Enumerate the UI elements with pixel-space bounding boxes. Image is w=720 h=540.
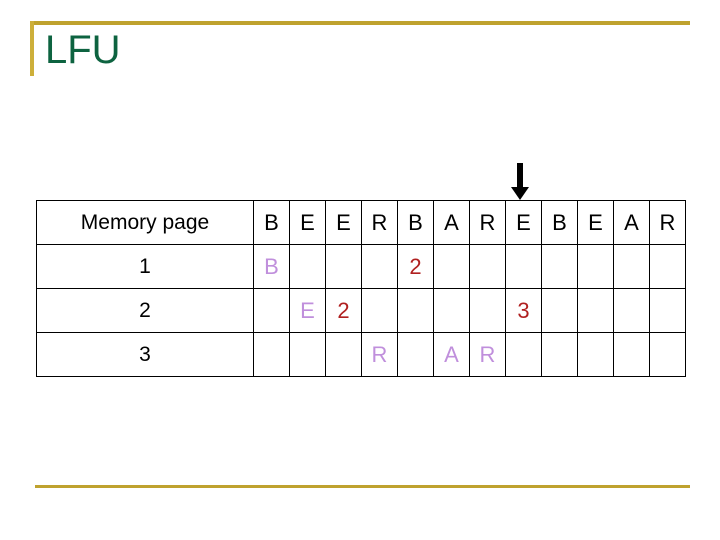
page-letter: A bbox=[444, 341, 459, 367]
bottom-rule bbox=[35, 485, 690, 488]
page-letter: B bbox=[264, 253, 279, 279]
page-title: LFU bbox=[45, 28, 121, 72]
reference-string-cell-5: B bbox=[397, 200, 434, 245]
frame-1-step-12-cell bbox=[649, 244, 686, 289]
frame-3-step-2-cell bbox=[289, 332, 326, 377]
frame-2-step-4-cell bbox=[361, 288, 398, 333]
page-letter: E bbox=[300, 297, 315, 323]
frame-label-1: 1 bbox=[36, 244, 254, 289]
frame-2-step-12-cell bbox=[649, 288, 686, 333]
frame-3-step-8-cell bbox=[505, 332, 542, 377]
frame-label-2: 2 bbox=[36, 288, 254, 333]
frame-1-step-5-cell: 2 bbox=[397, 244, 434, 289]
reference-string-cell-11: A bbox=[613, 200, 650, 245]
frame-2-step-5-cell bbox=[397, 288, 434, 333]
frame-2-step-8-cell: 3 bbox=[505, 288, 542, 333]
reference-string-cell-9: B bbox=[541, 200, 578, 245]
frequency-count: 2 bbox=[337, 297, 350, 323]
frame-3-step-10-cell bbox=[577, 332, 614, 377]
frequency-count: 3 bbox=[517, 297, 530, 323]
reference-string-cell-7: R bbox=[469, 200, 506, 245]
frame-label-3: 3 bbox=[36, 332, 254, 377]
frame-2-step-11-cell bbox=[613, 288, 650, 333]
frame-1-step-4-cell bbox=[361, 244, 398, 289]
frame-3-step-5-cell bbox=[397, 332, 434, 377]
frame-2-step-7-cell bbox=[469, 288, 506, 333]
reference-string-cell-8: E bbox=[505, 200, 542, 245]
frame-3-step-7-cell: R bbox=[469, 332, 506, 377]
table-row: 3RAR bbox=[36, 332, 686, 377]
reference-string-cell-12: R bbox=[649, 200, 686, 245]
frequency-count: 2 bbox=[409, 253, 422, 279]
title-rule-left bbox=[30, 21, 34, 76]
table-row: 1B 2 bbox=[36, 244, 686, 289]
frame-3-step-4-cell: R bbox=[361, 332, 398, 377]
frame-2-step-6-cell bbox=[433, 288, 470, 333]
reference-string-cell-10: E bbox=[577, 200, 614, 245]
frame-2-step-1-cell bbox=[253, 288, 290, 333]
table-header-row: Memory page B E E R B A R E B E A R bbox=[36, 200, 686, 245]
frame-3-step-3-cell bbox=[325, 332, 362, 377]
frame-1-step-1-cell: B bbox=[253, 244, 290, 289]
page-letter: R bbox=[371, 341, 388, 367]
frame-1-step-11-cell bbox=[613, 244, 650, 289]
memory-page-table: Memory page B E E R B A R E B E A R 1 B 2 2 E 2 3 3 R A R bbox=[36, 200, 686, 377]
frame-2-step-3-cell: 2 bbox=[325, 288, 362, 333]
frame-1-step-3-cell bbox=[325, 244, 362, 289]
title-rule-top bbox=[30, 21, 690, 25]
frame-3-step-12-cell bbox=[649, 332, 686, 377]
frame-2-step-2-cell: E bbox=[289, 288, 326, 333]
frame-1-step-2-cell bbox=[289, 244, 326, 289]
memory-page-header-cell: Memory page bbox=[36, 200, 254, 245]
frame-3-step-1-cell bbox=[253, 332, 290, 377]
frame-1-step-9-cell bbox=[541, 244, 578, 289]
frame-3-step-9-cell bbox=[541, 332, 578, 377]
frame-3-step-11-cell bbox=[613, 332, 650, 377]
reference-string-cell-3: E bbox=[325, 200, 362, 245]
reference-string-cell-1: B bbox=[253, 200, 290, 245]
reference-string-cell-6: A bbox=[433, 200, 470, 245]
frame-3-step-6-cell: A bbox=[433, 332, 470, 377]
frame-1-step-7-cell bbox=[469, 244, 506, 289]
reference-string-cell-2: E bbox=[289, 200, 326, 245]
frame-1-step-10-cell bbox=[577, 244, 614, 289]
reference-string-cell-4: R bbox=[361, 200, 398, 245]
table-row: 2E23 bbox=[36, 288, 686, 333]
arrow-down-icon bbox=[511, 163, 529, 200]
frame-1-step-8-cell bbox=[505, 244, 542, 289]
frame-1-step-6-cell bbox=[433, 244, 470, 289]
frame-2-step-10-cell bbox=[577, 288, 614, 333]
page-letter: R bbox=[479, 341, 496, 367]
frame-2-step-9-cell bbox=[541, 288, 578, 333]
